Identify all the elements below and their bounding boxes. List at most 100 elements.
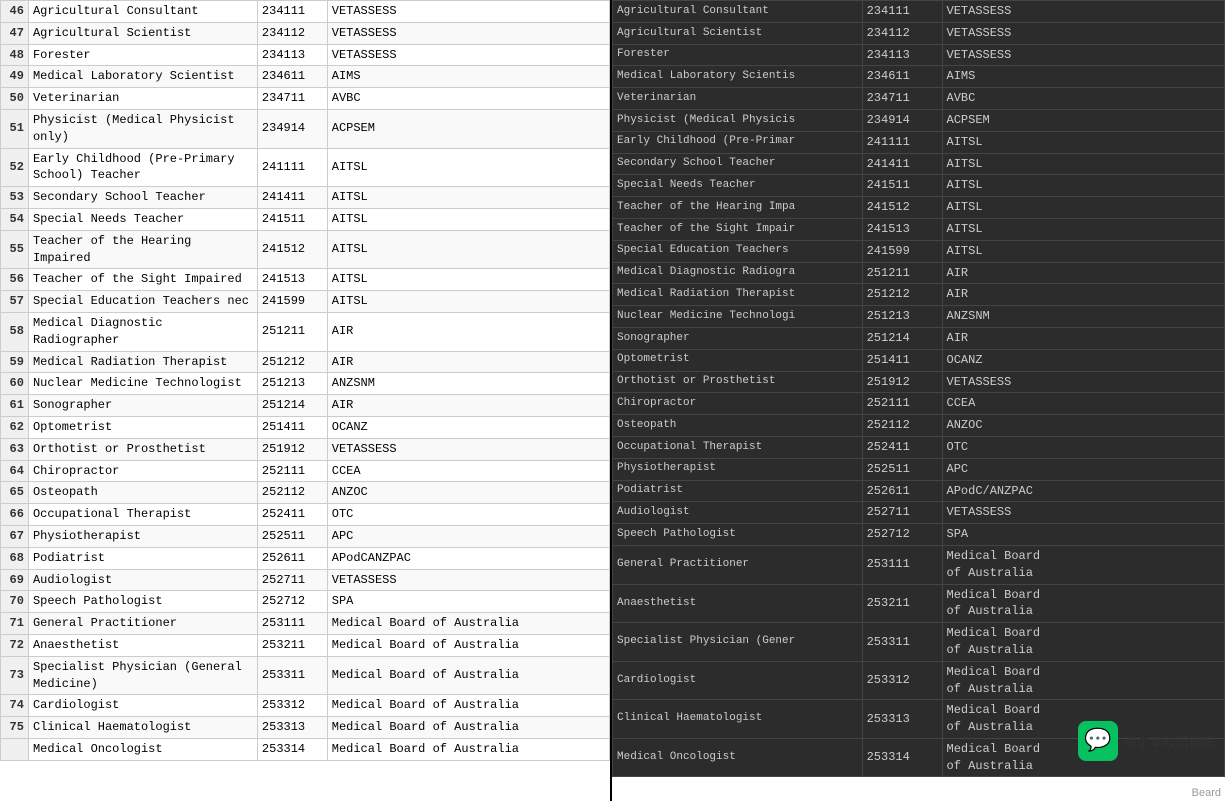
table-row: Teacher of the Sight Impair 241513 AITSL [613,218,1225,240]
row-number: 63 [1,438,29,460]
occupation-cell: Optometrist [28,416,257,438]
table-row: 60 Nuclear Medicine Technologist 251213 … [1,373,610,395]
table-row: Veterinarian 234711 AVBC [613,88,1225,110]
anzsco-cell: 241512 [257,230,327,269]
table-row: Cardiologist 253312 Medical Boardof Aust… [613,661,1225,700]
occupation-cell: Early Childhood (Pre-Primar [613,131,863,153]
anzsco-cell: 241513 [862,218,942,240]
occupation-cell: Osteopath [613,415,863,437]
table-row: 55 Teacher of the Hearing Impaired 24151… [1,230,610,269]
occupation-cell: Teacher of the Sight Impair [613,218,863,240]
occupation-cell: Speech Pathologist [613,524,863,546]
anzsco-cell: 253111 [862,545,942,584]
row-number: 69 [1,569,29,591]
anzsco-cell: 251213 [257,373,327,395]
anzsco-cell: 241111 [862,131,942,153]
table-row: Nuclear Medicine Technologi 251213 ANZSN… [613,306,1225,328]
table-row: Podiatrist 252611 APodC/ANZPAC [613,480,1225,502]
anzsco-cell: 251211 [257,312,327,351]
body-cell: SPA [327,591,609,613]
body-cell: AIR [327,351,609,373]
table-row: 74 Cardiologist 253312 Medical Board of … [1,695,610,717]
table-row: Physiotherapist 252511 APC [613,458,1225,480]
body-cell: AIMS [327,66,609,88]
occupation-cell: Orthotist or Prosthetist [613,371,863,393]
occupation-cell: Physicist (Medical Physicist only) [28,109,257,148]
anzsco-cell: 253311 [257,656,327,695]
body-cell: CCEA [327,460,609,482]
row-number: 74 [1,695,29,717]
occupation-cell: Anaesthetist [28,634,257,656]
row-number: 58 [1,312,29,351]
body-cell: ANZOC [327,482,609,504]
anzsco-cell: 253314 [862,738,942,777]
body-cell: APC [327,525,609,547]
body-cell: VETASSESS [942,371,1224,393]
table-row: Physicist (Medical Physicis 234914 ACPSE… [613,109,1225,131]
table-row: 62 Optometrist 251411 OCANZ [1,416,610,438]
table-row: Teacher of the Hearing Impa 241512 AITSL [613,197,1225,219]
anzsco-cell: 234914 [257,109,327,148]
body-cell: AVBC [327,88,609,110]
table-row: 75 Clinical Haematologist 253313 Medical… [1,717,610,739]
occupation-cell: Specialist Physician (General Medicine) [28,656,257,695]
anzsco-cell: 234611 [862,66,942,88]
row-number: 71 [1,613,29,635]
anzsco-cell: 253314 [257,738,327,760]
occupation-cell: Teacher of the Hearing Impaired [28,230,257,269]
body-cell: AITSL [942,153,1224,175]
table-row: 65 Osteopath 252112 ANZOC [1,482,610,504]
body-cell: AIMS [942,66,1224,88]
table-row: 54 Special Needs Teacher 241511 AITSL [1,208,610,230]
row-number: 46 [1,1,29,23]
occupation-cell: Anaesthetist [613,584,863,623]
body-cell: AIR [942,262,1224,284]
occupation-cell: Medical Diagnostic Radiographer [28,312,257,351]
table-row: Medical Laboratory Scientis 234611 AIMS [613,66,1225,88]
anzsco-cell: 252711 [862,502,942,524]
anzsco-cell: 234111 [862,1,942,23]
row-number: 68 [1,547,29,569]
beard-label: Beard [1188,785,1225,801]
table-row: 69 Audiologist 252711 VETASSESS [1,569,610,591]
occupation-cell: Clinical Haematologist [613,700,863,739]
occupation-cell: Audiologist [28,569,257,591]
table-row: Specialist Physician (Gener 253311 Medic… [613,623,1225,662]
body-cell: AIR [327,312,609,351]
body-cell: VETASSESS [327,1,609,23]
occupation-cell: Agricultural Consultant [28,1,257,23]
table-row: Medical Diagnostic Radiogra 251211 AIR [613,262,1225,284]
body-cell: ANZSNM [327,373,609,395]
anzsco-cell: 234914 [862,109,942,131]
occupation-cell: Veterinarian [613,88,863,110]
anzsco-cell: 252511 [257,525,327,547]
occupation-cell: Occupational Therapist [613,436,863,458]
wechat-icon: 💬 [1078,721,1118,761]
anzsco-cell: 252712 [257,591,327,613]
occupation-cell: Cardiologist [28,695,257,717]
table-row: Orthotist or Prosthetist 251912 VETASSES… [613,371,1225,393]
anzsco-cell: 234112 [862,22,942,44]
row-number: 62 [1,416,29,438]
occupation-cell: Early Childhood (Pre-Primary School) Tea… [28,148,257,187]
row-number: 73 [1,656,29,695]
table-row: 56 Teacher of the Sight Impaired 241513 … [1,269,610,291]
occupation-cell: Special Needs Teacher [613,175,863,197]
anzsco-cell: 252511 [862,458,942,480]
table-row: Osteopath 252112 ANZOC [613,415,1225,437]
body-cell: OCANZ [327,416,609,438]
body-cell: ANZOC [942,415,1224,437]
occupation-cell: Agricultural Scientist [613,22,863,44]
anzsco-cell: 252111 [862,393,942,415]
row-number: 57 [1,291,29,313]
occupation-cell: Speech Pathologist [28,591,257,613]
row-number: 61 [1,395,29,417]
occupation-cell: Medical Radiation Therapist [28,351,257,373]
body-cell: SPA [942,524,1224,546]
anzsco-cell: 253211 [257,634,327,656]
body-cell: Medical Boardof Australia [942,584,1224,623]
table-row: Sonographer 251214 AIR [613,327,1225,349]
main-container: 46 Agricultural Consultant 234111 VETASS… [0,0,1225,801]
anzsco-cell: 251211 [862,262,942,284]
occupation-cell: Orthotist or Prosthetist [28,438,257,460]
